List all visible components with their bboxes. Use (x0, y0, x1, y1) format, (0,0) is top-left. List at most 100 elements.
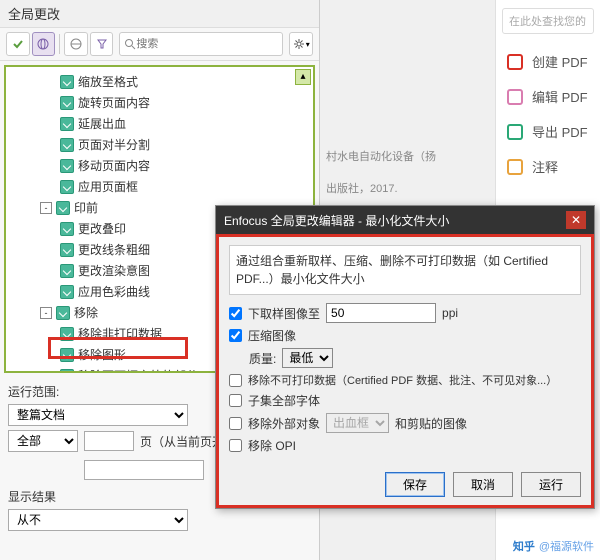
right-item-label: 导出 PDF (532, 122, 588, 141)
tree-item-label: 旋转页面内容 (78, 94, 150, 111)
all-select[interactable]: 全部 (8, 430, 78, 452)
bg-text-1: 村水电自动化设备（扬 (326, 148, 436, 164)
compress-checkbox[interactable] (229, 329, 242, 342)
right-item-export-pdf[interactable]: 导出 PDF (496, 114, 600, 149)
dialog: Enfocus 全局更改编辑器 - 最小化文件大小 ✕ 通过组合重新取样、压缩、… (215, 205, 595, 509)
remove-opi-checkbox[interactable] (229, 439, 242, 452)
remove-nonprint-label: 移除不可打印数据（Certified PDF 数据、批注、不可见对象...） (248, 372, 557, 388)
save-button[interactable]: 保存 (385, 472, 445, 497)
tree-item-icon (60, 348, 74, 362)
tree-item-label: 缩放至格式 (78, 73, 138, 90)
quality-select[interactable]: 最低 (282, 348, 333, 368)
tree-item-label: 更改渲染意图 (78, 262, 150, 279)
bleed-suffix: 和剪贴的图像 (395, 415, 467, 432)
toolbar-check-button[interactable] (6, 32, 30, 56)
downsample-label: 下取样图像至 (248, 305, 320, 322)
tree-item-icon (60, 96, 74, 110)
tree-item-icon (60, 117, 74, 131)
page-input[interactable] (84, 431, 134, 451)
tree-item-label: 页面对半分割 (78, 136, 150, 153)
dialog-title-text: Enfocus 全局更改编辑器 - 最小化文件大小 (224, 212, 449, 229)
export-pdf-icon (506, 123, 524, 141)
right-search-box[interactable]: 在此处查找您的 (502, 8, 594, 34)
toolbar-filter-button[interactable] (90, 32, 114, 56)
scroll-up-button[interactable]: ▴ (295, 69, 311, 85)
create-pdf-icon (506, 53, 524, 71)
quality-label: 质量: (249, 350, 276, 367)
tree-item-label: 移除 (74, 304, 98, 321)
tree-item-label: 更改叠印 (78, 220, 126, 237)
tree-item-icon (56, 201, 70, 215)
close-button[interactable]: ✕ (566, 211, 586, 229)
bg-text-2: 出版社，2017. (326, 180, 398, 196)
tree-item-label: 更改线条粗细 (78, 241, 150, 258)
tree-item[interactable]: 应用页面框 (8, 176, 311, 197)
right-item-label: 注释 (532, 157, 558, 176)
tree-item-icon (60, 138, 74, 152)
tree-item-icon (60, 243, 74, 257)
tree-item-label: 移动页面内容 (78, 157, 150, 174)
search-icon (124, 38, 136, 50)
tree-item-label: 应用色彩曲线 (78, 283, 150, 300)
tree-item-icon (60, 75, 74, 89)
tree-item-icon (60, 327, 74, 341)
range-input[interactable] (84, 460, 204, 480)
ppi-label: ppi (442, 306, 458, 320)
right-item-label: 创建 PDF (532, 52, 588, 71)
bleed-select: 出血框 (326, 413, 389, 433)
search-input[interactable] (136, 38, 278, 50)
downsample-input[interactable] (326, 303, 436, 323)
tree-item-icon (60, 222, 74, 236)
right-item-comment[interactable]: 注释 (496, 149, 600, 184)
toolbar: ▾ (0, 28, 319, 61)
tree-item[interactable]: 缩放至格式 (8, 71, 311, 92)
remove-external-checkbox[interactable] (229, 417, 242, 430)
tree-item[interactable]: 页面对半分割 (8, 134, 311, 155)
dialog-titlebar: Enfocus 全局更改编辑器 - 最小化文件大小 ✕ (216, 206, 594, 234)
scope-select[interactable]: 整篇文档 (8, 404, 188, 426)
tree-item-label: 印前 (74, 199, 98, 216)
toolbar-globe2-button[interactable] (64, 32, 88, 56)
page-label: 页（从当前页开 (140, 433, 224, 450)
tree-item-icon (56, 306, 70, 320)
search-box[interactable] (119, 32, 283, 56)
toolbar-globe-button[interactable] (32, 32, 56, 56)
toolbar-separator (59, 34, 60, 54)
tree-item-icon (60, 285, 74, 299)
tree-item[interactable]: 移动页面内容 (8, 155, 311, 176)
edit-pdf-icon (506, 88, 524, 106)
run-button[interactable]: 运行 (521, 472, 581, 497)
compress-label: 压缩图像 (248, 327, 296, 344)
tree-item[interactable]: 旋转页面内容 (8, 92, 311, 113)
tree-item-label: 移除图形 (78, 346, 126, 363)
tree-item-icon (60, 159, 74, 173)
dialog-description: 通过组合重新取样、压缩、删除不可打印数据（如 Certified PDF...）… (229, 245, 581, 295)
settings-button[interactable]: ▾ (289, 32, 313, 56)
right-item-edit-pdf[interactable]: 编辑 PDF (496, 79, 600, 114)
watermark: 知乎 @福源软件 (513, 538, 594, 554)
panel-title: 全局更改 (0, 0, 319, 28)
comment-icon (506, 158, 524, 176)
tree-toggle-icon[interactable]: - (40, 307, 52, 319)
tree-item[interactable]: 延展出血 (8, 113, 311, 134)
dialog-body-highlight: 通过组合重新取样、压缩、删除不可打印数据（如 Certified PDF...）… (216, 234, 594, 508)
tree-item-label: 移除非打印数据 (78, 325, 162, 342)
downsample-checkbox[interactable] (229, 307, 242, 320)
tree-item-icon (60, 180, 74, 194)
right-item-label: 编辑 PDF (532, 87, 588, 106)
remove-opi-label: 移除 OPI (248, 437, 296, 454)
cancel-button[interactable]: 取消 (453, 472, 513, 497)
subset-fonts-label: 子集全部字体 (248, 392, 320, 409)
subset-fonts-checkbox[interactable] (229, 394, 242, 407)
remove-external-label: 移除外部对象 (248, 415, 320, 432)
show-result-select[interactable]: 从不 (8, 509, 188, 531)
tree-item-label: 移除页面框之外的部分 (78, 367, 198, 373)
right-item-create-pdf[interactable]: 创建 PDF (496, 44, 600, 79)
tree-item-icon (60, 369, 74, 374)
dialog-buttons: 保存 取消 运行 (229, 464, 581, 497)
tree-item-label: 应用页面框 (78, 178, 138, 195)
tree-item-label: 延展出血 (78, 115, 126, 132)
remove-nonprint-checkbox[interactable] (229, 374, 242, 387)
tree-item-icon (60, 264, 74, 278)
tree-toggle-icon[interactable]: - (40, 202, 52, 214)
